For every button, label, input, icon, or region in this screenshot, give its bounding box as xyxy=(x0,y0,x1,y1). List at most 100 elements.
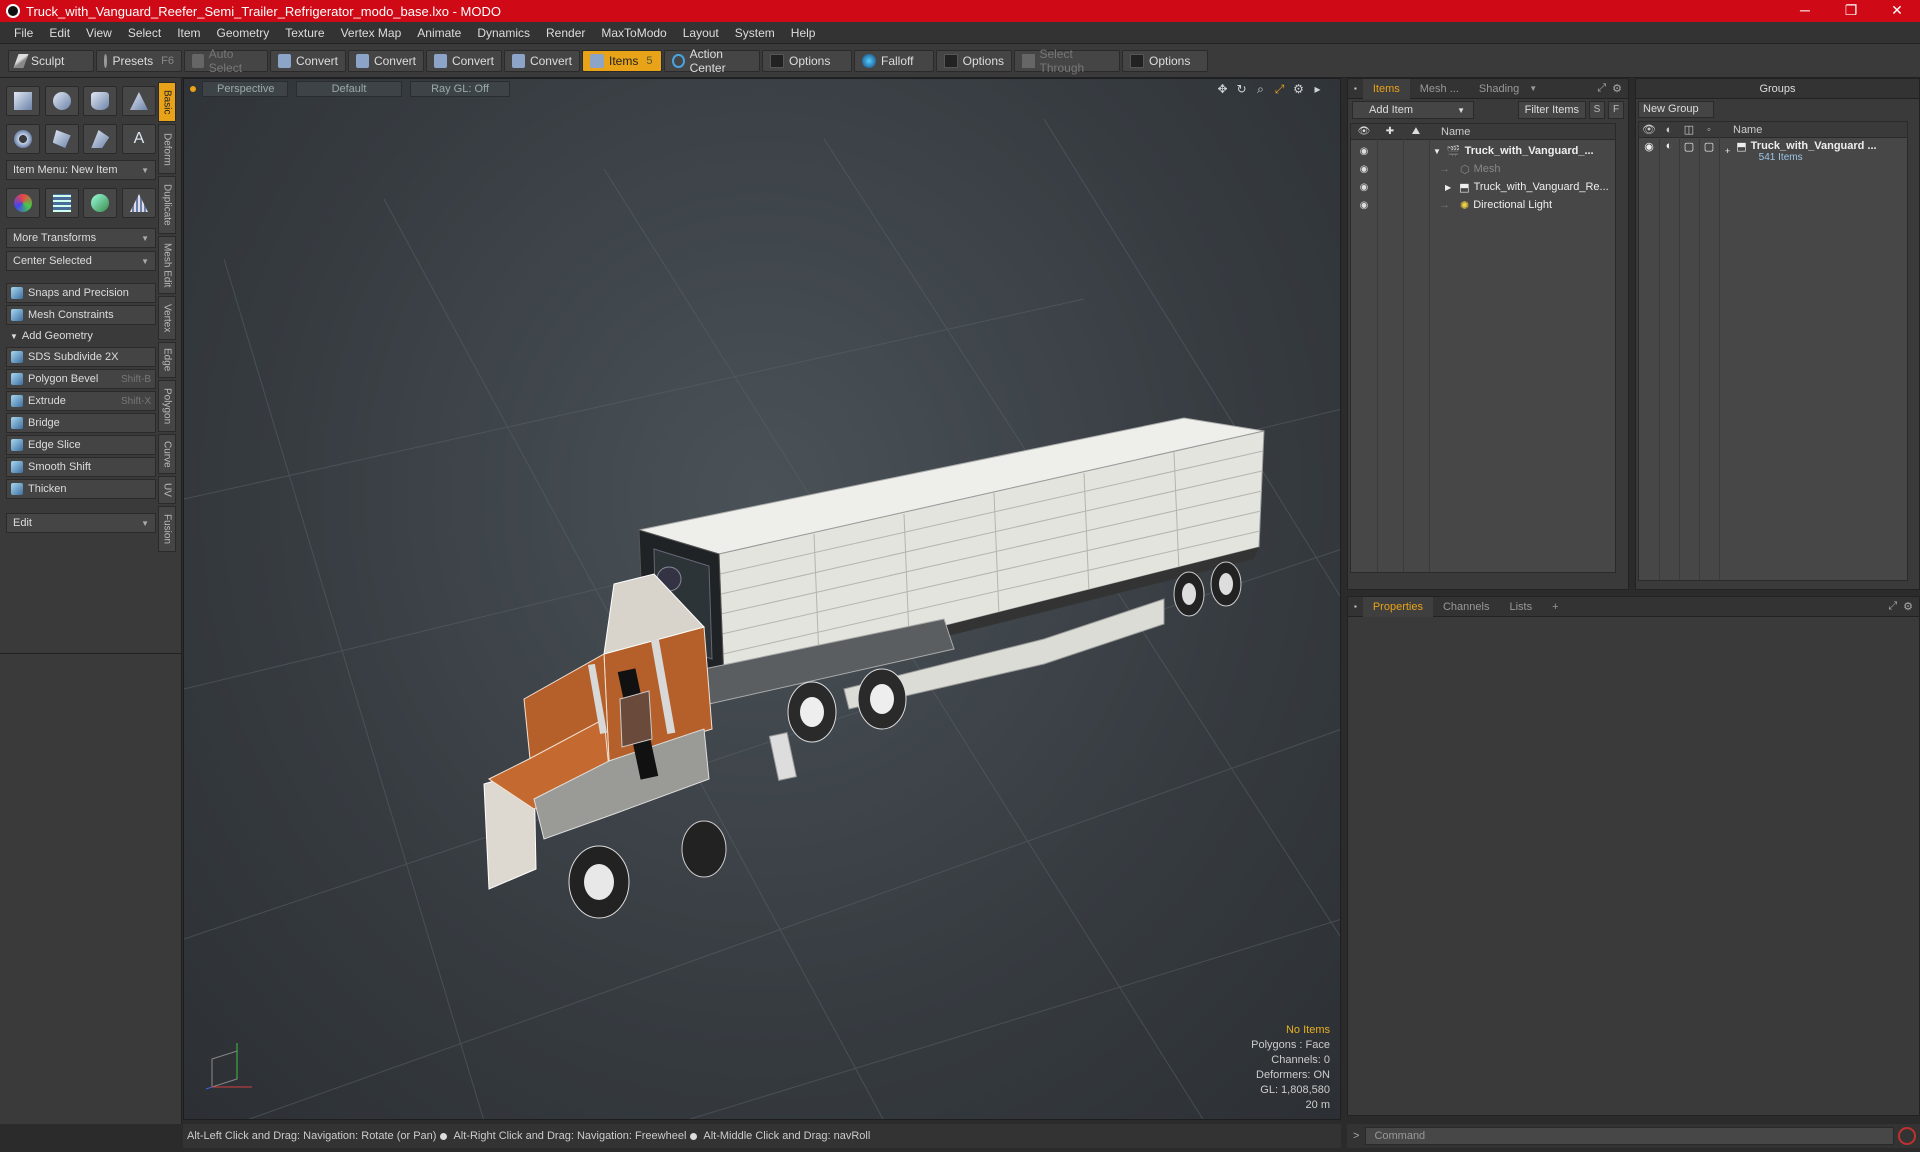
raygl-toggle[interactable]: Ray GL: Off xyxy=(410,81,510,97)
convert-button-3[interactable]: Convert xyxy=(426,49,502,72)
name-column-header[interactable]: Name xyxy=(1733,124,1762,136)
item-menu-dropdown[interactable]: Item Menu: New Item ▼ xyxy=(6,160,156,180)
eye-icon[interactable]: ◉ xyxy=(1639,140,1659,153)
tab-items[interactable]: Items xyxy=(1362,78,1410,99)
command-history-icon[interactable] xyxy=(1898,1127,1916,1145)
menu-view[interactable]: View xyxy=(78,26,120,40)
view-type-dropdown[interactable]: Perspective xyxy=(202,81,288,97)
pyramid-tool[interactable] xyxy=(121,188,156,218)
close-button[interactable]: ✕ xyxy=(1874,0,1920,22)
f-button[interactable]: F xyxy=(1608,101,1624,119)
tab-lists[interactable]: Lists xyxy=(1499,597,1542,617)
edge-slice-button[interactable]: Edge Slice xyxy=(6,435,156,455)
items-mode-button[interactable]: Items 5 xyxy=(582,49,662,72)
menu-item[interactable]: Item xyxy=(169,26,208,40)
cylinder-tool[interactable] xyxy=(83,86,118,116)
tab-mesh[interactable]: Mesh ... xyxy=(1410,79,1469,99)
maximize-button[interactable]: ❐ xyxy=(1828,0,1874,22)
text-tool[interactable]: A xyxy=(121,124,156,154)
bridge-button[interactable]: Bridge xyxy=(6,413,156,433)
expand-icon[interactable]: ▼ xyxy=(1433,147,1441,156)
edit-dropdown[interactable]: Edit ▼ xyxy=(6,513,156,533)
select-through-button[interactable]: Select Through xyxy=(1014,47,1120,75)
menu-dynamics[interactable]: Dynamics xyxy=(469,26,538,40)
menu-geometry[interactable]: Geometry xyxy=(209,26,278,40)
tab-vertex[interactable]: Vertex xyxy=(158,296,176,340)
minimize-button[interactable]: ─ xyxy=(1782,0,1828,22)
chevron-down-icon[interactable]: ▼ xyxy=(1529,84,1537,93)
snaps-precision-button[interactable]: Snaps and Precision xyxy=(6,283,156,303)
eye-icon[interactable]: ◉ xyxy=(1351,146,1377,157)
globe-tool[interactable] xyxy=(83,188,118,218)
falloff-button[interactable]: Falloff xyxy=(854,49,934,72)
menu-texture[interactable]: Texture xyxy=(277,26,332,40)
tree-row[interactable]: ◉ → ⬡ Mesh xyxy=(1351,160,1615,178)
menu-edit[interactable]: Edit xyxy=(41,26,78,40)
new-group-button[interactable]: New Group xyxy=(1638,101,1714,118)
add-geometry-section[interactable]: ▼ Add Geometry xyxy=(6,327,156,345)
tab-mesh-edit[interactable]: Mesh Edit xyxy=(158,236,176,294)
rotate-icon[interactable]: ↻ xyxy=(1235,83,1248,96)
menu-help[interactable]: Help xyxy=(783,26,824,40)
smooth-shift-button[interactable]: Smooth Shift xyxy=(6,457,156,477)
grid-tool[interactable] xyxy=(44,188,79,218)
tab-uv[interactable]: UV xyxy=(158,476,176,504)
menu-file[interactable]: File xyxy=(6,26,41,40)
tab-channels[interactable]: Channels xyxy=(1433,597,1499,617)
convert-button-2[interactable]: Convert xyxy=(348,49,424,72)
tree-row[interactable]: ◉ → ✺ Directional Light xyxy=(1351,196,1615,214)
mesh-constraints-button[interactable]: Mesh Constraints xyxy=(6,305,156,325)
tab-shading[interactable]: Shading xyxy=(1469,79,1529,99)
tube-tool[interactable] xyxy=(44,124,79,154)
add-item-dropdown[interactable]: Add Item ▼ xyxy=(1352,101,1474,119)
convert-button-1[interactable]: Convert xyxy=(270,49,346,72)
presets-button[interactable]: Presets F6 xyxy=(96,49,182,72)
command-input[interactable]: Command xyxy=(1365,1127,1894,1145)
tree-row[interactable]: ◉ ▶ ⬒ Truck_with_Vanguard_Re... xyxy=(1351,178,1615,196)
center-selected-dropdown[interactable]: Center Selected ▼ xyxy=(6,251,156,271)
tab-deform[interactable]: Deform xyxy=(158,124,176,174)
name-column-header[interactable]: Name xyxy=(1441,126,1470,138)
menu-system[interactable]: System xyxy=(727,26,783,40)
options-button-2[interactable]: Options xyxy=(936,49,1012,72)
tab-curve[interactable]: Curve xyxy=(158,434,176,474)
cone-tool[interactable] xyxy=(121,86,156,116)
gear-icon[interactable]: ⚙ xyxy=(1903,600,1913,613)
options-button-3[interactable]: Options xyxy=(1122,49,1208,72)
options-button-1[interactable]: Options xyxy=(762,49,852,72)
menu-render[interactable]: Render xyxy=(538,26,593,40)
select-toggle-icon[interactable]: ▢ xyxy=(1699,140,1719,153)
action-center-button[interactable]: Action Center xyxy=(664,47,760,75)
tab-properties[interactable]: Properties xyxy=(1362,596,1433,617)
menu-maxtomodo[interactable]: MaxToModo xyxy=(593,26,674,40)
tab-edge[interactable]: Edge xyxy=(158,342,176,378)
sds-subdivide-button[interactable]: SDS Subdivide 2X xyxy=(6,347,156,367)
render-toggle-icon[interactable]: ◐ xyxy=(1659,140,1679,152)
3d-viewport[interactable]: Perspective Default Ray GL: Off ✥ ↻ ⌕ ⤢ … xyxy=(183,78,1341,1120)
s-button[interactable]: S xyxy=(1589,101,1605,119)
fit-icon[interactable]: ⤢ xyxy=(1273,83,1286,96)
tree-row[interactable]: ◉ ▼ 🎬 Truck_with_Vanguard_... xyxy=(1351,142,1615,160)
auto-select-button[interactable]: Auto Select xyxy=(184,47,268,75)
gear-icon[interactable]: ⚙ xyxy=(1292,83,1305,96)
add-tab-button[interactable]: + xyxy=(1542,597,1568,617)
torus-tool[interactable] xyxy=(6,124,40,154)
pan-icon[interactable]: ✥ xyxy=(1216,83,1229,96)
zoom-icon[interactable]: ⌕ xyxy=(1254,83,1267,96)
cube-tool[interactable] xyxy=(6,86,40,116)
more-transforms-dropdown[interactable]: More Transforms ▼ xyxy=(6,228,156,248)
eye-icon[interactable]: ◉ xyxy=(1351,200,1377,211)
lock-toggle-icon[interactable]: ▢ xyxy=(1679,140,1699,153)
thicken-button[interactable]: Thicken xyxy=(6,479,156,499)
expand-arrow-icon[interactable]: ▸ xyxy=(1311,83,1324,96)
maximize-panel-icon[interactable]: ⤢ xyxy=(1888,600,1897,613)
transform-tool[interactable] xyxy=(6,188,40,218)
eye-icon[interactable]: ◉ xyxy=(1351,164,1377,175)
menu-vertex-map[interactable]: Vertex Map xyxy=(333,26,410,40)
filter-items-button[interactable]: Filter Items xyxy=(1517,101,1586,119)
menu-select[interactable]: Select xyxy=(120,26,169,40)
extrude-button[interactable]: Extrude Shift-X xyxy=(6,391,156,411)
menu-animate[interactable]: Animate xyxy=(409,26,469,40)
sphere-tool[interactable] xyxy=(44,86,79,116)
expand-icon[interactable]: ▶ xyxy=(1445,183,1451,192)
